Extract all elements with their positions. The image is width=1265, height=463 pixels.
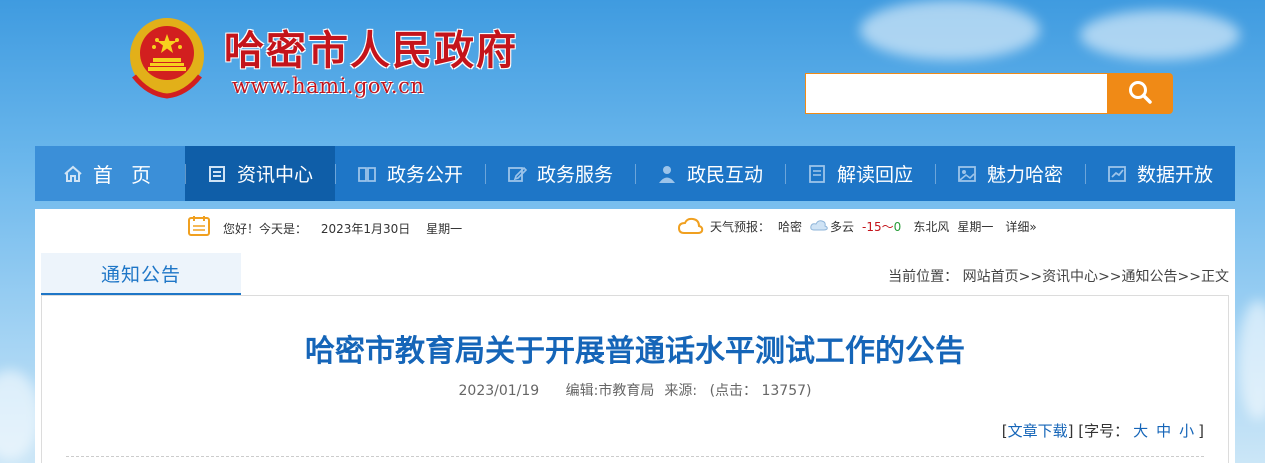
nav-item-label: 政民互动: [686, 164, 763, 186]
sky-cloud: [1238, 300, 1265, 420]
sky-cloud: [1080, 10, 1240, 60]
nav-item-label: 首 页: [92, 163, 158, 187]
weather-label: 天气预报：: [710, 220, 771, 234]
site-url: www.hami.gov.cn: [232, 74, 425, 98]
article-title: 哈密市教育局关于开展普通话水平测试工作的公告: [305, 334, 965, 369]
nav-item-government-affairs[interactable]: 政务公开: [335, 146, 485, 201]
nav-item-charming-hami[interactable]: 魅力哈密: [935, 146, 1085, 201]
search-field: [805, 73, 1108, 114]
divider: [66, 456, 1204, 457]
nav-item-label: 政务服务: [536, 164, 613, 186]
nav-item-government-services[interactable]: 政务服务: [485, 146, 635, 201]
click-count: (点击： 13757): [709, 383, 812, 399]
font-size-label: 字号：: [1084, 422, 1130, 440]
temperature-range: -15～0: [862, 220, 902, 234]
font-size-small[interactable]: 小: [1179, 422, 1194, 440]
document-icon: [807, 164, 827, 184]
nav-item-label: 魅力哈密: [986, 164, 1063, 186]
content-panel: 您好！今天是： 2023年1月30日 星期一 天气预报： 哈密 多云 -15～0…: [35, 209, 1235, 463]
nav-item-label: 数据开放: [1136, 164, 1213, 186]
nav-item-interpretation[interactable]: 解读回应: [785, 146, 935, 201]
search-button[interactable]: [1107, 73, 1173, 114]
partly-cloudy-icon: [810, 219, 828, 234]
breadcrumb-prefix: 当前位置：: [888, 269, 959, 285]
weather-cloud-icon: [677, 217, 704, 238]
nav-item-home[interactable]: 首 页: [35, 146, 185, 201]
nav-item-public-interaction[interactable]: 政民互动: [635, 146, 785, 201]
edit-icon: [507, 164, 527, 184]
book-icon: [357, 164, 377, 184]
search-icon: [1127, 79, 1153, 109]
user-icon: [657, 164, 677, 184]
breadcrumb-news-center[interactable]: 资讯中心: [1042, 269, 1098, 285]
weather-city: 哈密: [778, 220, 803, 234]
breadcrumb: 当前位置： 网站首页>>资讯中心>>通知公告>>正文: [888, 269, 1229, 285]
nav-item-label: 解读回应: [836, 164, 913, 186]
article-tools: [文章下载] [字号：大中小]: [1001, 422, 1204, 440]
weather-detail-link[interactable]: 详细»: [1005, 218, 1036, 235]
download-article-link[interactable]: 文章下载: [1008, 422, 1068, 440]
calendar-icon: [187, 215, 211, 240]
font-size-medium[interactable]: 中: [1156, 422, 1171, 440]
weather-forecast: 天气预报： 哈密 多云 -15～0 东北风 星期一 详细»: [710, 218, 1037, 235]
info-bar: 您好！今天是： 2023年1月30日 星期一 天气预报： 哈密 多云 -15～0…: [35, 209, 1235, 245]
home-icon: [63, 164, 83, 184]
national-emblem-logo: [128, 16, 206, 100]
nav-item-label: 资讯中心: [236, 164, 313, 186]
tab-notices[interactable]: 通知公告: [41, 253, 241, 295]
news-icon: [207, 164, 227, 184]
current-date: 2023年1月30日: [320, 222, 411, 236]
nav-item-news-center[interactable]: 资讯中心: [185, 146, 335, 201]
publish-date: 2023/01/19: [458, 383, 540, 399]
site-title: 哈密市人民政府: [224, 27, 518, 74]
breadcrumb-current: 正文: [1201, 269, 1229, 285]
sky-cloud: [860, 0, 1040, 60]
forecast-weekday: 星期一: [957, 220, 994, 234]
font-size-large[interactable]: 大: [1133, 422, 1148, 440]
article: 哈密市教育局关于开展普通话水平测试工作的公告 2023/01/19 编辑:市教育…: [41, 295, 1229, 463]
date-greeting: 您好！今天是： 2023年1月30日 星期一: [223, 220, 462, 237]
current-weekday: 星期一: [426, 222, 463, 236]
nav-item-label: 政务公开: [386, 164, 463, 186]
weather-condition: 多云: [830, 220, 855, 234]
nav-item-open-data[interactable]: 数据开放: [1085, 146, 1235, 201]
breadcrumb-home[interactable]: 网站首页: [963, 269, 1019, 285]
article-editor: 编辑:市教育局: [565, 383, 655, 399]
main-nav: 首 页 资讯中心 政务公开 政务服务 政民互动 解读回应 魅力哈密 数据开放: [35, 146, 1235, 201]
article-source: 来源:: [664, 383, 698, 399]
breadcrumb-notices[interactable]: 通知公告: [1122, 269, 1178, 285]
search-input[interactable]: [806, 74, 1108, 113]
image-icon: [957, 164, 977, 184]
sky-cloud: [0, 370, 40, 460]
section-header: 通知公告 当前位置： 网站首页>>资讯中心>>通知公告>>正文: [35, 245, 1235, 295]
article-meta: 2023/01/19 编辑:市教育局 来源: (点击： 13757): [42, 380, 1228, 400]
wind-direction: 东北风: [913, 220, 950, 234]
chart-icon: [1107, 164, 1127, 184]
greeting-text: 您好！今天是：: [223, 222, 308, 236]
